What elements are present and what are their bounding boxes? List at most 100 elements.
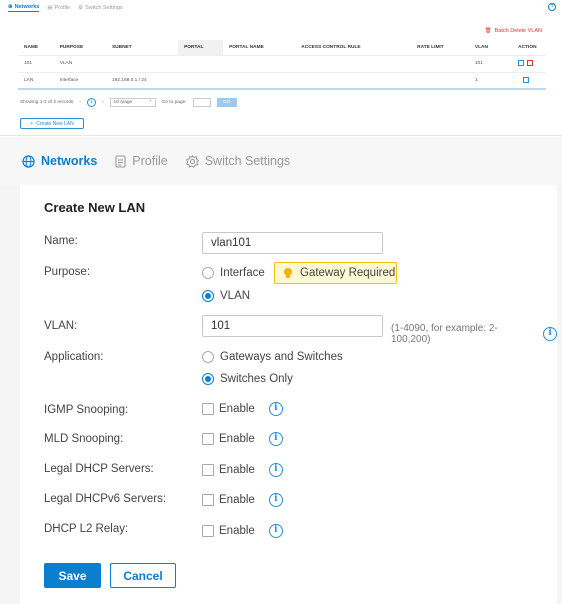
checkbox[interactable] — [202, 433, 214, 445]
table-header-row: NAME PURPOSE SUBNET PORTAL PORTAL NAME A… — [18, 40, 546, 56]
igmp-snooping-option[interactable]: Enable i — [202, 402, 283, 416]
cell-action — [502, 72, 546, 90]
delete-icon[interactable] — [527, 60, 534, 67]
cell-portal — [178, 55, 224, 73]
vlan-label: VLAN: — [44, 320, 78, 332]
go-button[interactable]: GO — [216, 98, 237, 107]
cell-rate-limit — [411, 55, 469, 73]
info-icon[interactable]: i — [543, 327, 557, 341]
info-icon[interactable]: i — [268, 402, 283, 416]
mld-snooping-option[interactable]: Enable i — [202, 432, 283, 446]
cell-acl — [295, 72, 412, 90]
cell-action — [502, 55, 546, 73]
legal-dhcp-servers-option[interactable]: Enable i — [202, 463, 283, 477]
legal-dhcpv6-servers-label: Legal DHCPv6 Servers: — [44, 493, 167, 505]
radio-button[interactable] — [202, 267, 214, 279]
trash-icon: 🗑 — [484, 28, 492, 34]
cell-subnet: 192.168.0.1 / 24 — [105, 72, 179, 90]
cell-acl — [295, 55, 412, 73]
gateway-required-badge: Gateway Required — [274, 262, 397, 284]
legal-dhcp-servers-label: Legal DHCP Servers: — [44, 463, 154, 475]
column-header[interactable]: PORTAL — [178, 40, 224, 56]
help-icon[interactable]: ? — [548, 3, 556, 11]
radio-button[interactable] — [202, 373, 214, 385]
column-header[interactable]: NAME — [18, 40, 54, 56]
dhcp-l2-relay-option[interactable]: Enable i — [202, 524, 283, 538]
page-number-button[interactable]: 1 — [86, 98, 96, 107]
gear-icon: ⚙ — [78, 5, 84, 11]
info-icon[interactable]: i — [268, 524, 283, 538]
cell-portal-name — [223, 72, 296, 90]
cell-portal — [178, 72, 224, 90]
create-new-lan-button[interactable]: + Create New LAN — [20, 118, 84, 129]
checkbox[interactable] — [202, 464, 214, 476]
column-header[interactable]: PORTAL NAME — [223, 40, 296, 56]
column-header[interactable]: PURPOSE — [53, 40, 106, 56]
column-header[interactable]: ACCESS CONTROL RULE — [295, 40, 412, 56]
checkbox[interactable] — [202, 403, 214, 415]
name-label: Name: — [44, 235, 78, 247]
cell-name: LAN — [18, 72, 54, 90]
column-header[interactable]: ACTION — [502, 40, 546, 56]
cell-purpose: Interface — [53, 72, 106, 90]
gear-icon — [185, 154, 199, 168]
column-header[interactable]: VLAN — [468, 40, 503, 56]
name-input[interactable] — [202, 232, 383, 254]
cell-portal-name — [223, 55, 296, 73]
prev-page-button[interactable]: ‹ — [79, 100, 81, 105]
purpose-label: Purpose: — [44, 266, 91, 278]
pagination: Showing 1-2 of 2 records ‹ 1 › 10 /page ^… — [20, 98, 237, 107]
tab-profile[interactable]: Profile — [115, 137, 168, 185]
checkbox[interactable] — [202, 525, 214, 537]
goto-page-input[interactable] — [192, 98, 211, 107]
info-icon[interactable]: i — [268, 493, 283, 507]
cell-vlan: 101 — [468, 55, 503, 73]
tab-bar: Networks Profile Switch Settings — [0, 137, 562, 185]
records-summary: Showing 1-2 of 2 records — [20, 100, 74, 105]
radio-button[interactable] — [202, 351, 214, 363]
tab-networks[interactable]: Networks — [22, 137, 97, 185]
edit-icon[interactable] — [522, 77, 529, 84]
legal-dhcpv6-servers-option[interactable]: Enable i — [202, 493, 283, 507]
create-lan-form: Create New LAN Name: Purpose: Interface … — [20, 185, 557, 604]
page-size-select[interactable]: 10 /page ^ — [109, 98, 156, 107]
next-page-button[interactable]: › — [102, 100, 104, 105]
application-switches-only-option[interactable]: Switches Only — [202, 373, 293, 385]
edit-icon[interactable] — [518, 60, 525, 67]
info-icon[interactable]: i — [268, 463, 283, 477]
cell-subnet — [105, 55, 179, 73]
cancel-button[interactable]: Cancel — [110, 563, 176, 588]
vlan-input[interactable] — [202, 315, 383, 337]
document-icon — [115, 154, 126, 168]
column-header[interactable]: RATE LIMIT — [411, 40, 469, 56]
globe-icon: ⊕ — [8, 4, 13, 10]
mini-tab-networks[interactable]: ⊕ Networks — [8, 4, 40, 12]
goto-page-label: Go to page: — [161, 100, 187, 105]
mini-tab-bar: ⊕ Networks ▤ Profile ⚙ Switch Settings — [8, 4, 123, 12]
info-icon[interactable]: i — [268, 432, 283, 446]
purpose-vlan-option[interactable]: VLAN — [202, 290, 250, 302]
igmp-snooping-label: IGMP Snooping: — [44, 404, 129, 416]
cell-name: 101 — [18, 55, 54, 73]
purpose-interface-option[interactable]: Interface — [202, 267, 265, 279]
tab-switch-settings[interactable]: Switch Settings — [185, 137, 290, 185]
application-gateways-switches-option[interactable]: Gateways and Switches — [202, 351, 343, 363]
batch-delete-vlan-button[interactable]: 🗑 Batch Delete VLAN — [485, 28, 542, 34]
chevron-up-icon: ^ — [149, 100, 152, 105]
mld-snooping-label: MLD Snooping: — [44, 433, 124, 445]
save-button[interactable]: Save — [44, 563, 101, 588]
table-row[interactable]: 101 VLAN 101 — [18, 55, 546, 73]
column-header[interactable]: SUBNET — [105, 40, 179, 56]
cell-vlan: 1 — [468, 72, 503, 90]
plus-icon: + — [30, 120, 34, 127]
mini-tab-switch-settings[interactable]: ⚙ Switch Settings — [78, 4, 123, 12]
document-icon: ▤ — [47, 5, 53, 11]
mini-tab-profile[interactable]: ▤ Profile — [47, 4, 70, 12]
networks-overview-panel: ⊕ Networks ▤ Profile ⚙ Switch Settings ?… — [0, 0, 562, 136]
cell-rate-limit — [411, 72, 469, 90]
checkbox[interactable] — [202, 494, 214, 506]
table-row[interactable]: LAN Interface 192.168.0.1 / 24 1 — [18, 72, 546, 90]
globe-icon — [22, 154, 35, 168]
cell-purpose: VLAN — [53, 55, 106, 73]
radio-button[interactable] — [202, 290, 214, 302]
